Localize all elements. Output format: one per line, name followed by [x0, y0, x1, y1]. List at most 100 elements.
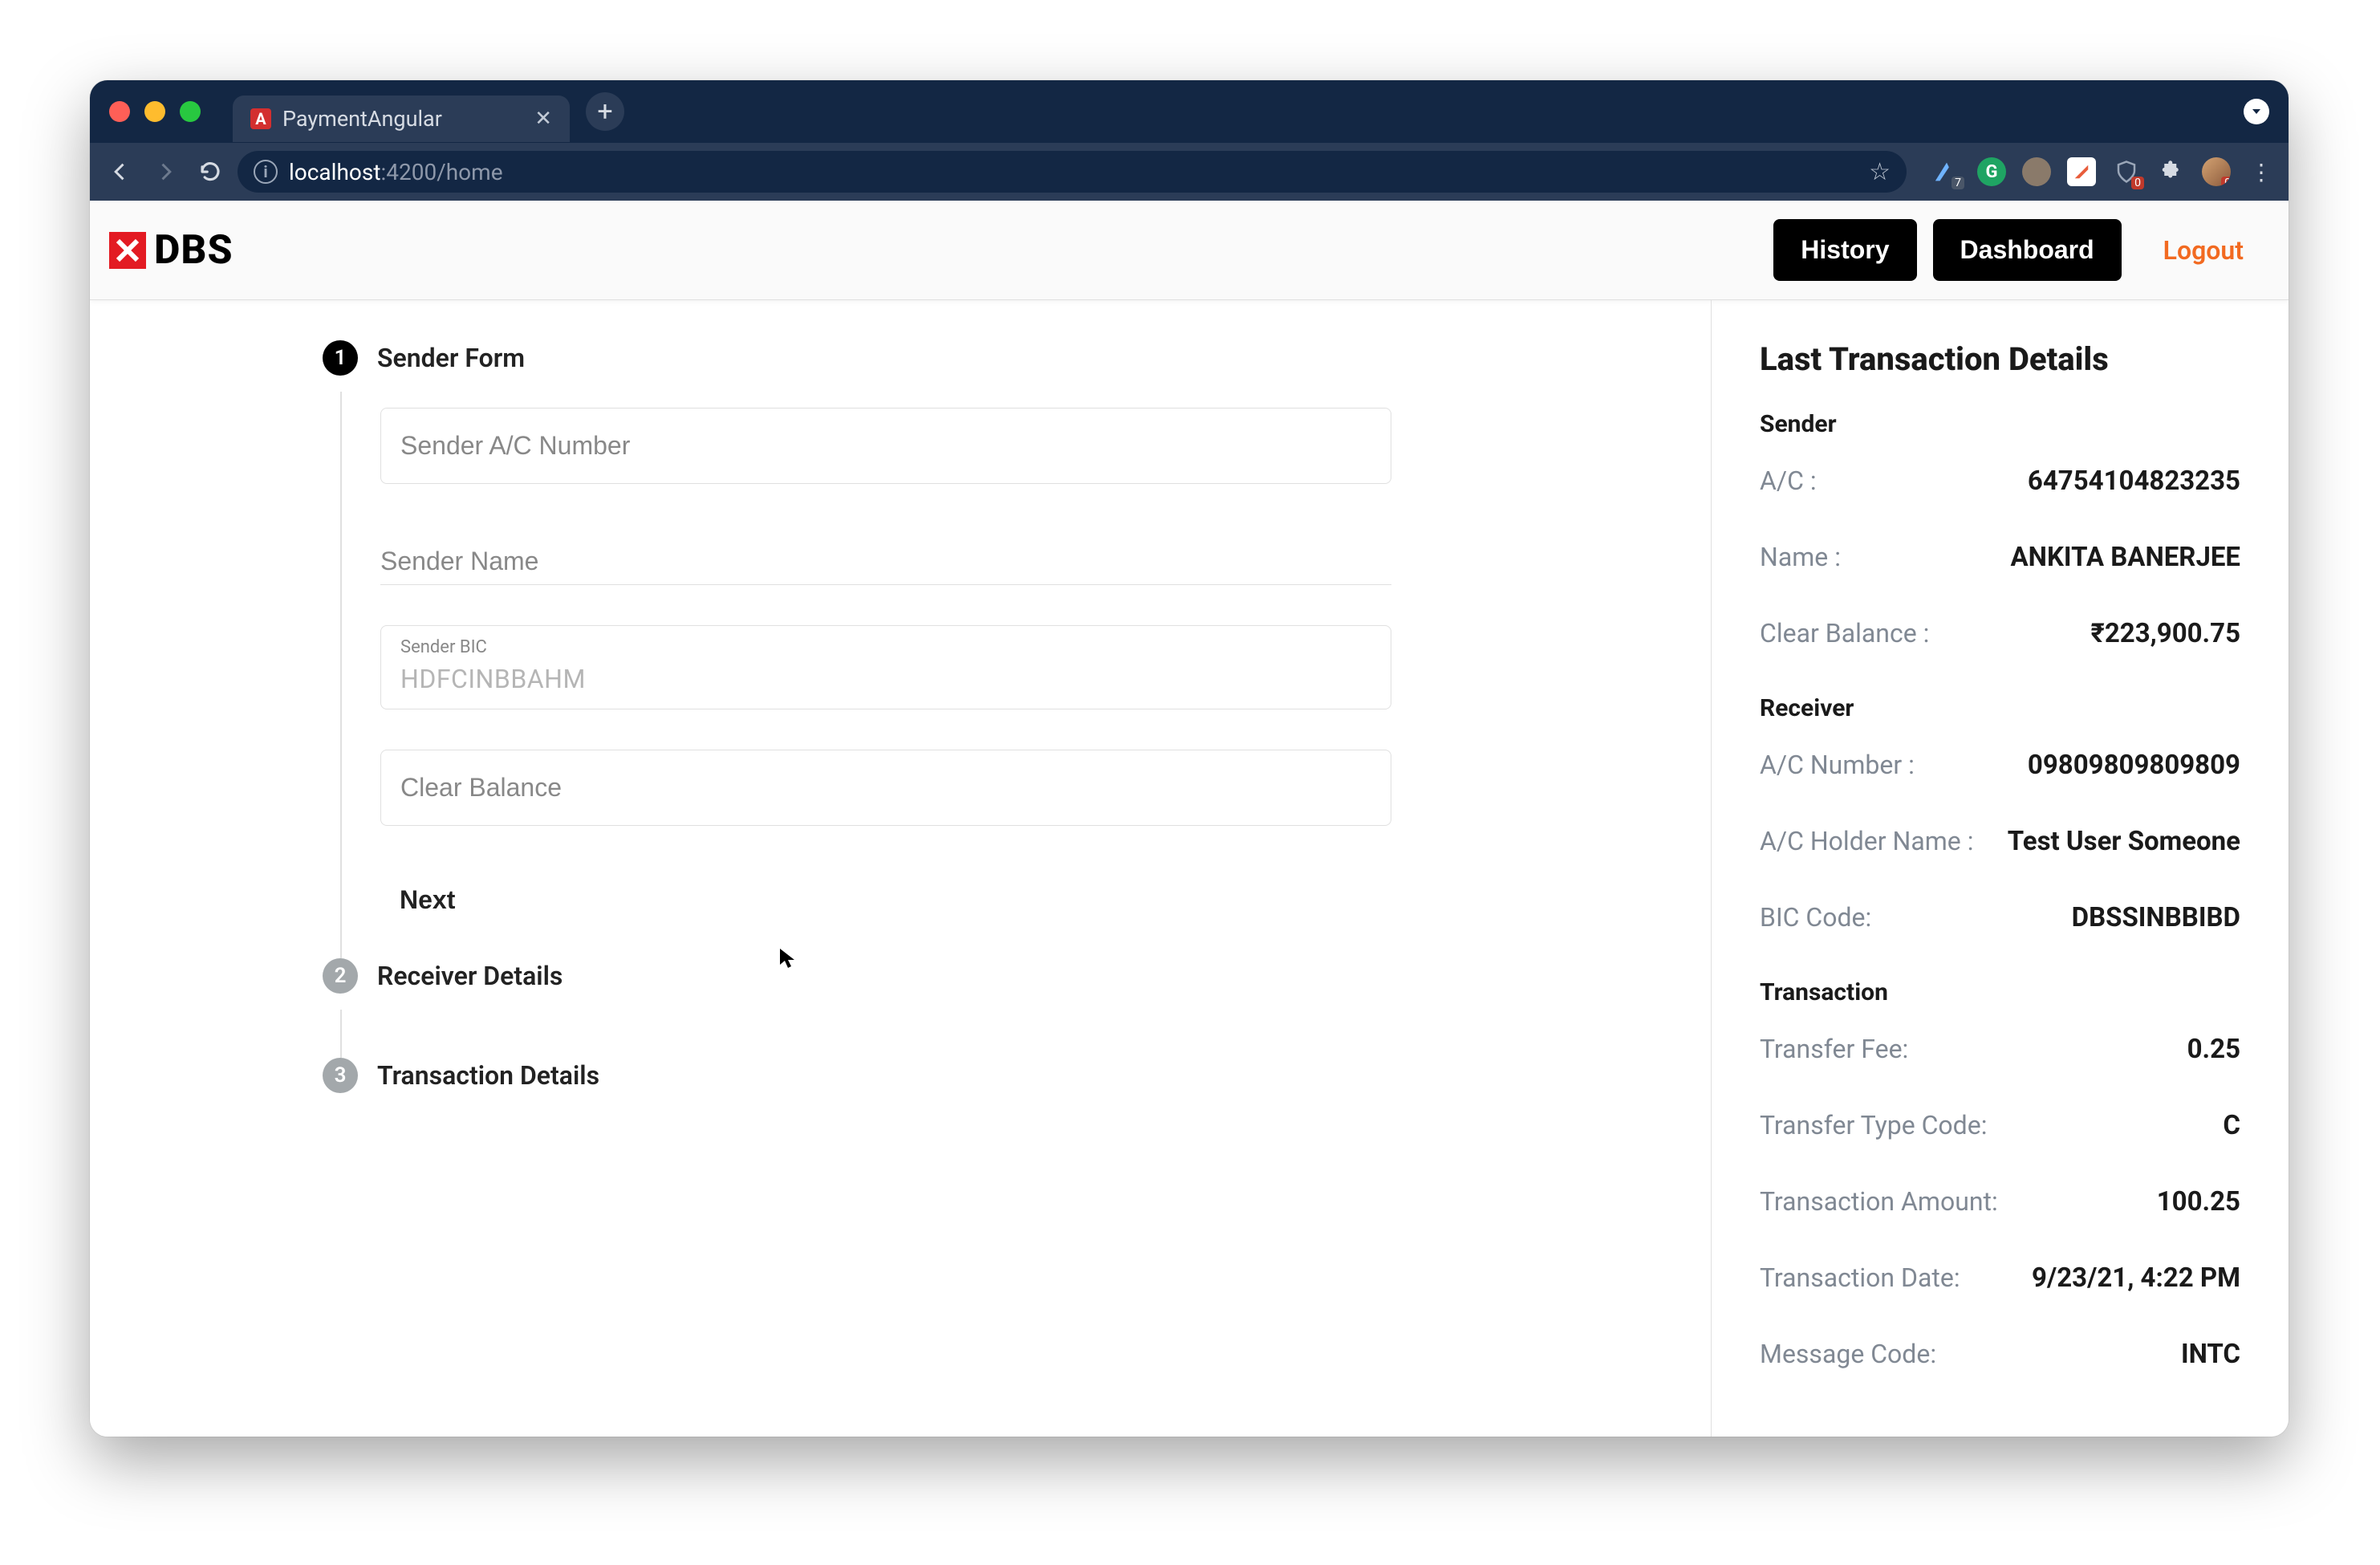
kebab-menu-icon[interactable]: ⋮: [2247, 157, 2276, 186]
sender-bic-label: Sender BIC: [400, 637, 1371, 657]
extension-icon[interactable]: 7: [1932, 157, 1961, 186]
history-button[interactable]: History: [1773, 219, 1916, 281]
kv-transfer-type: Transfer Type Code: C: [1760, 1110, 2240, 1141]
label: A/C Holder Name :: [1760, 826, 1973, 856]
sender-bic-value: HDFCINBBAHM: [400, 664, 1371, 694]
kv-message-code: Message Code: INTC: [1760, 1339, 2240, 1370]
label: BIC Code:: [1760, 902, 1871, 933]
new-tab-button[interactable]: +: [586, 92, 624, 131]
dashboard-button[interactable]: Dashboard: [1933, 219, 2122, 281]
value: 100.25: [2157, 1186, 2240, 1217]
tab-title: PaymentAngular: [282, 106, 442, 132]
label: Transaction Amount:: [1760, 1186, 1998, 1217]
label: A/C :: [1760, 465, 1817, 496]
step-number: 1: [323, 340, 358, 376]
sender-section-label: Sender: [1760, 410, 2240, 438]
value: Test User Someone: [2008, 826, 2240, 857]
app-header: DBS History Dashboard Logout: [90, 201, 2289, 300]
extensions-puzzle-icon[interactable]: [2157, 157, 2186, 186]
tab-close-icon[interactable]: ✕: [534, 107, 552, 131]
value: C: [2223, 1110, 2240, 1141]
kv-sender-name: Name : ANKITA BANERJEE: [1760, 542, 2240, 573]
cursor-icon: [778, 947, 798, 975]
value: 64754104823235: [2028, 465, 2240, 497]
step-connector: [340, 1010, 1671, 1058]
step-number: 3: [323, 1058, 358, 1093]
value: ₹223,900.75: [2090, 618, 2240, 649]
kv-sender-balance: Clear Balance : ₹223,900.75: [1760, 618, 2240, 649]
label: Transaction Date:: [1760, 1262, 1960, 1293]
receiver-section-label: Receiver: [1760, 694, 2240, 722]
step-label: Sender Form: [377, 343, 525, 373]
extension-badge: 7: [1952, 177, 1964, 189]
sender-name-input[interactable]: [380, 547, 1391, 576]
last-transaction-panel: Last Transaction Details Sender A/C : 64…: [1711, 300, 2289, 1437]
value: 9/23/21, 4:22 PM: [2032, 1262, 2240, 1294]
label: Message Code:: [1760, 1339, 1936, 1369]
extension-badge: 0: [2131, 177, 2144, 189]
window-controls: [109, 101, 201, 122]
site-info-icon[interactable]: i: [254, 160, 278, 184]
kv-transfer-fee: Transfer Fee: 0.25: [1760, 1034, 2240, 1065]
clear-balance-field[interactable]: [380, 750, 1391, 826]
label: Transfer Fee:: [1760, 1034, 1908, 1064]
kv-transaction-date: Transaction Date: 9/23/21, 4:22 PM: [1760, 1262, 2240, 1294]
step-label: Receiver Details: [377, 961, 563, 991]
avatar-badge: 0: [2221, 177, 2231, 186]
sender-name-field[interactable]: [380, 524, 1391, 585]
brand[interactable]: DBS: [109, 227, 234, 274]
label: Transfer Type Code:: [1760, 1110, 1987, 1140]
bookmark-star-icon[interactable]: ☆: [1869, 158, 1891, 186]
profile-avatar-icon[interactable]: 0: [2202, 157, 2231, 186]
clear-balance-input[interactable]: [400, 773, 1371, 803]
kv-sender-ac: A/C : 64754104823235: [1760, 465, 2240, 497]
transaction-section-label: Transaction: [1760, 978, 2240, 1006]
label: A/C Number :: [1760, 750, 1915, 780]
sender-ac-field[interactable]: [380, 408, 1391, 484]
browser-tab[interactable]: A PaymentAngular ✕: [233, 96, 570, 142]
step-transaction-details[interactable]: 3 Transaction Details: [323, 1058, 1671, 1093]
kv-transaction-amount: Transaction Amount: 100.25: [1760, 1186, 2240, 1217]
brand-text: DBS: [154, 227, 234, 274]
step-receiver-details[interactable]: 2 Receiver Details: [323, 958, 1671, 994]
kv-receiver-ac: A/C Number : 09809809809809: [1760, 750, 2240, 781]
window-close-icon[interactable]: [109, 101, 130, 122]
value: 0.25: [2187, 1034, 2240, 1065]
window-minimize-icon[interactable]: [144, 101, 165, 122]
kv-receiver-holder: A/C Holder Name : Test User Someone: [1760, 826, 2240, 857]
sender-ac-input[interactable]: [400, 431, 1371, 461]
logout-link[interactable]: Logout: [2138, 235, 2269, 266]
extension-circle-icon[interactable]: [2022, 157, 2051, 186]
step-label: Transaction Details: [377, 1060, 599, 1091]
back-icon[interactable]: [103, 154, 138, 189]
value: 09809809809809: [2028, 750, 2240, 781]
chevron-down-icon[interactable]: [2244, 99, 2269, 124]
url-text: localhost:4200/home: [289, 159, 503, 185]
kv-receiver-bic: BIC Code: DBSSINBBIBD: [1760, 902, 2240, 933]
sender-bic-field: Sender BIC HDFCINBBAHM: [380, 625, 1391, 709]
titlebar: A PaymentAngular ✕ +: [90, 80, 2289, 143]
step-number: 2: [323, 958, 358, 994]
label: Clear Balance :: [1760, 618, 1929, 648]
reload-icon[interactable]: [193, 154, 228, 189]
url-field[interactable]: i localhost:4200/home ☆: [238, 151, 1907, 193]
page-content: DBS History Dashboard Logout 1 Sender Fo…: [90, 201, 2289, 1437]
next-button[interactable]: Next: [393, 874, 461, 926]
value: ANKITA BANERJEE: [2011, 542, 2241, 573]
forward-icon[interactable]: [148, 154, 183, 189]
stepper-form: 1 Sender Form Sender BIC HDFCINBBAHM: [90, 300, 1711, 1437]
extension-shield-icon[interactable]: 0: [2112, 157, 2141, 186]
value: INTC: [2181, 1339, 2240, 1370]
panel-title: Last Transaction Details: [1760, 340, 2240, 378]
angular-favicon-icon: A: [250, 108, 271, 129]
browser-window: A PaymentAngular ✕ + i localhost:4200/ho…: [90, 80, 2289, 1437]
window-fullscreen-icon[interactable]: [180, 101, 201, 122]
main-content: 1 Sender Form Sender BIC HDFCINBBAHM: [90, 300, 2289, 1437]
step-body: Sender BIC HDFCINBBAHM Next: [340, 392, 1671, 958]
dbs-logo-icon: [109, 232, 146, 269]
value: DBSSINBBIBD: [2072, 902, 2240, 933]
extension-square-icon[interactable]: [2067, 157, 2096, 186]
step-sender-form[interactable]: 1 Sender Form: [323, 340, 1671, 376]
grammarly-icon[interactable]: G: [1977, 157, 2006, 186]
toolbar-right: 7 G 0 0 ⋮: [1916, 157, 2276, 186]
